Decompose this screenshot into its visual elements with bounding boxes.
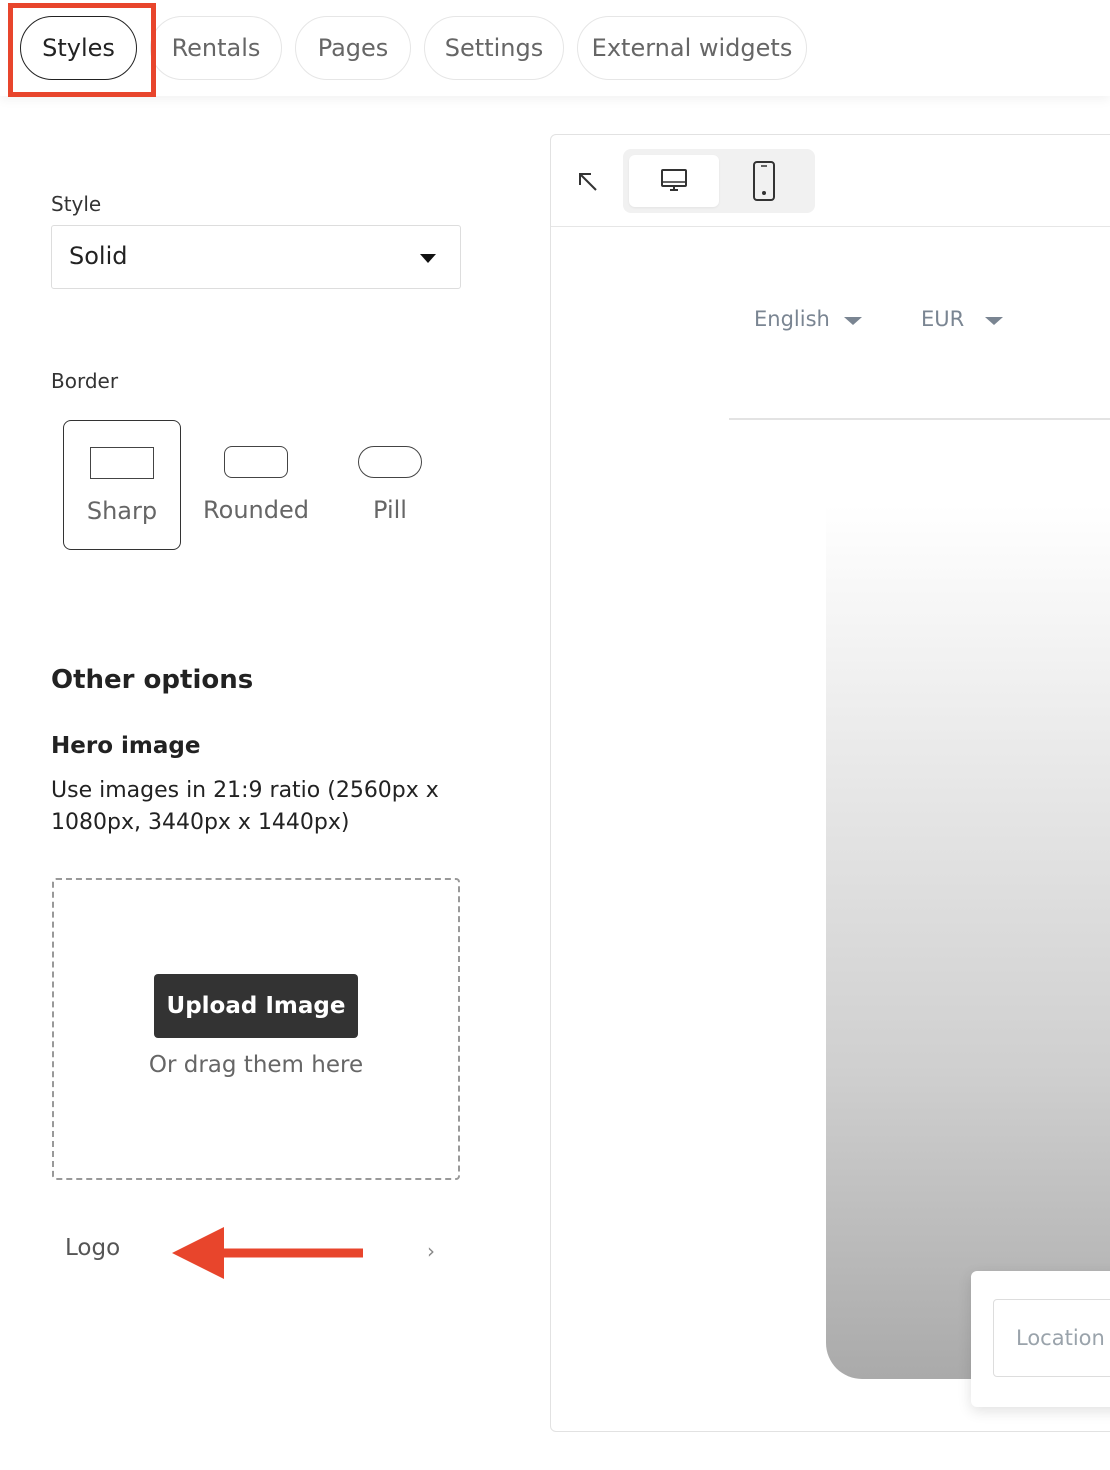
annotation-arrow-icon — [172, 1227, 363, 1279]
language-value: English — [754, 307, 830, 331]
chevron-right-icon: › — [427, 1239, 435, 1263]
preview-header — [551, 135, 1110, 227]
drag-hint-text: Or drag them here — [148, 1052, 364, 1078]
arrow-up-left-icon[interactable] — [577, 171, 599, 193]
preview-divider — [729, 418, 1110, 420]
pill-shape-icon — [358, 446, 422, 478]
currency-dropdown[interactable]: EUR — [921, 307, 964, 331]
upload-image-button[interactable]: Upload Image — [154, 974, 358, 1038]
rounded-shape-icon — [224, 446, 288, 478]
tab-rentals[interactable]: Rentals — [150, 16, 282, 80]
caret-down-icon — [844, 317, 862, 325]
search-card: Location — [971, 1271, 1110, 1407]
style-label: Style — [51, 192, 102, 216]
phone-icon — [753, 161, 775, 201]
tab-settings[interactable]: Settings — [424, 16, 564, 80]
border-label: Border — [51, 369, 119, 393]
language-dropdown[interactable]: English — [754, 307, 830, 331]
caret-down-icon — [420, 254, 436, 263]
logo-label: Logo — [65, 1235, 121, 1261]
tab-pages[interactable]: Pages — [295, 16, 411, 80]
mobile-view-button[interactable] — [719, 155, 809, 207]
location-placeholder: Location — [1016, 1326, 1105, 1350]
top-tab-bar: Styles Rentals Pages Settings External w… — [0, 0, 1110, 96]
border-option-sharp[interactable]: Sharp — [63, 420, 181, 550]
device-toggle — [623, 149, 815, 213]
hero-image-description: Use images in 21:9 ratio (2560px x 1080p… — [51, 778, 439, 835]
monitor-icon — [661, 169, 687, 191]
border-option-label: Pill — [373, 496, 407, 524]
sharp-shape-icon — [90, 447, 154, 479]
preview-panel: English EUR Location — [550, 134, 1110, 1432]
style-select[interactable]: Solid — [51, 225, 461, 289]
tab-styles[interactable]: Styles — [20, 16, 137, 80]
border-option-label: Rounded — [203, 496, 309, 524]
border-option-pill[interactable]: Pill — [332, 420, 448, 550]
location-input[interactable]: Location — [993, 1299, 1110, 1377]
style-select-value: Solid — [69, 242, 128, 270]
desktop-view-button[interactable] — [629, 155, 719, 207]
hero-image-placeholder — [826, 505, 1110, 1379]
caret-down-icon — [985, 317, 1003, 325]
tab-external-widgets[interactable]: External widgets — [577, 16, 807, 80]
currency-value: EUR — [921, 307, 965, 331]
border-option-rounded[interactable]: Rounded — [198, 420, 314, 550]
hero-image-title: Hero image — [51, 733, 201, 759]
other-options-heading: Other options — [51, 665, 254, 695]
border-option-label: Sharp — [86, 497, 158, 525]
